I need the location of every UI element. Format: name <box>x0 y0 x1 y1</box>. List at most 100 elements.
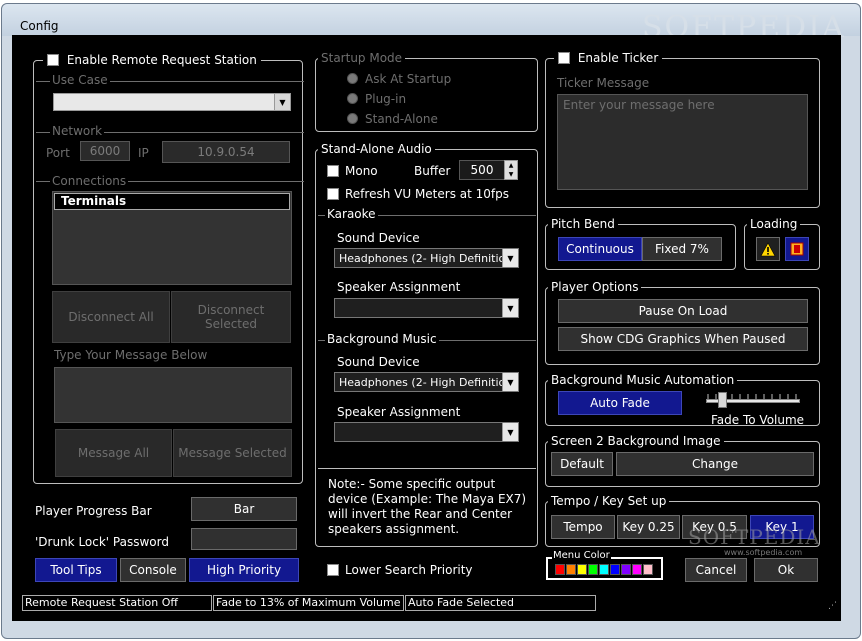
color-swatch[interactable] <box>643 564 653 575</box>
high-priority-button[interactable]: High Priority <box>189 558 299 582</box>
pause-on-load-button[interactable]: Pause On Load <box>558 299 808 323</box>
color-swatch[interactable] <box>577 564 587 575</box>
disconnect-selected-button[interactable]: Disconnect Selected <box>171 291 291 343</box>
pitch-bend-label: Pitch Bend <box>548 217 618 231</box>
color-swatch[interactable] <box>621 564 631 575</box>
karaoke-sound-device-value: Headphones (2- High Definition Au <box>339 251 519 265</box>
terminals-list[interactable]: Terminals <box>52 191 292 285</box>
network-label: Network <box>50 124 105 138</box>
karaoke-sound-device-select[interactable]: Headphones (2- High Definition Au ▼ <box>334 248 519 268</box>
ticker-enable-checkbox[interactable] <box>558 52 570 64</box>
status-bar: Remote Request Station Off Fade to 13% o… <box>12 591 841 621</box>
color-swatch[interactable] <box>555 564 565 575</box>
chevron-down-icon: ▼ <box>502 249 518 267</box>
karaoke-speaker-select[interactable]: ▼ <box>334 298 519 318</box>
buffer-label: Buffer <box>414 164 451 178</box>
port-label: Port <box>46 146 70 160</box>
connections-label: Connections <box>50 174 129 188</box>
bg-speaker-label: Speaker Assignment <box>337 405 461 419</box>
speaker-note: Note:- Some specific output device (Exam… <box>328 477 527 536</box>
key-025-button[interactable]: Key 0.25 <box>617 515 680 539</box>
buffer-spinner[interactable]: ▲ ▼ <box>504 160 518 180</box>
startup-plugin-radio[interactable] <box>347 93 358 104</box>
buffer-input[interactable]: 500 <box>459 160 505 180</box>
fade-volume-thumb[interactable] <box>717 392 727 408</box>
film-icon[interactable] <box>785 237 809 261</box>
default-image-button[interactable]: Default <box>551 452 613 476</box>
config-client-area: Enable Remote Request Station Use Case ▼… <box>12 35 841 615</box>
startup-standalone-radio[interactable] <box>347 113 358 124</box>
window-title: Config <box>20 19 59 33</box>
ip-input[interactable]: 10.9.0.54 <box>162 141 290 163</box>
status-remote: Remote Request Station Off <box>22 595 212 611</box>
color-swatch[interactable] <box>599 564 609 575</box>
watermark-bottom: SOFTPEDIA <box>688 525 821 549</box>
auto-fade-button[interactable]: Auto Fade <box>558 391 682 415</box>
bg-music-label: Background Music <box>325 332 439 346</box>
menu-color-swatches <box>555 564 654 575</box>
refresh-vu-label: Refresh VU Meters at 10fps <box>345 187 509 201</box>
bg-speaker-select[interactable]: ▼ <box>334 422 519 442</box>
remote-enable-row[interactable]: Enable Remote Request Station <box>43 52 261 68</box>
ticker-message-input[interactable]: Enter your message here <box>557 94 808 190</box>
bg-sound-device-select[interactable]: Headphones (2- High Definition Au ▼ <box>334 372 519 392</box>
continuous-button[interactable]: Continuous <box>558 237 642 261</box>
tempo-button[interactable]: Tempo <box>551 515 615 539</box>
progress-bar-button[interactable]: Bar <box>191 497 297 521</box>
lower-search-checkbox[interactable] <box>327 564 339 576</box>
bg-sound-device-label: Sound Device <box>337 355 420 369</box>
menu-color-label: Menu Color <box>552 550 611 561</box>
startup-standalone-label: Stand-Alone <box>365 112 438 126</box>
tempo-key-label: Tempo / Key Set up <box>548 494 670 508</box>
status-auto-fade: Auto Fade Selected <box>405 595 596 611</box>
lower-search-label: Lower Search Priority <box>345 563 473 577</box>
message-selected-button[interactable]: Message Selected <box>173 429 292 477</box>
tool-tips-button[interactable]: Tool Tips <box>35 558 117 582</box>
status-fade: Fade to 13% of Maximum Volume <box>213 595 404 611</box>
screen2-label: Screen 2 Background Image <box>548 434 724 448</box>
player-options-label: Player Options <box>548 280 642 294</box>
mono-checkbox[interactable] <box>327 165 339 177</box>
show-cdg-button[interactable]: Show CDG Graphics When Paused <box>558 327 808 351</box>
watermark-url: www.softpedia.com <box>724 548 803 557</box>
terminals-header[interactable]: Terminals <box>54 193 290 210</box>
refresh-vu-checkbox[interactable] <box>327 188 339 200</box>
drunk-lock-label: 'Drunk Lock' Password <box>35 535 169 549</box>
ticker-message-label: Ticker Message <box>557 76 650 90</box>
fade-to-volume-label: Fade To Volume <box>711 413 805 427</box>
ticker-enable-label: Enable Ticker <box>577 51 659 65</box>
chevron-down-icon: ▼ <box>502 423 518 441</box>
title-bar[interactable]: Config SOFTPEDIA <box>2 4 860 45</box>
ip-label: IP <box>138 146 149 160</box>
change-image-button[interactable]: Change <box>616 452 814 476</box>
resize-grip-icon[interactable]: ⋰ <box>828 601 837 611</box>
fixed-7-button[interactable]: Fixed 7% <box>642 237 722 261</box>
warning-icon[interactable] <box>756 237 780 261</box>
use-case-label: Use Case <box>50 73 110 87</box>
karaoke-label: Karaoke <box>325 207 378 221</box>
startup-plugin-label: Plug-in <box>365 92 407 106</box>
startup-mode-label: Startup Mode <box>318 51 406 65</box>
port-input[interactable]: 6000 <box>80 141 130 161</box>
startup-ask-label: Ask At Startup <box>365 72 452 86</box>
color-swatch[interactable] <box>610 564 620 575</box>
message-all-button[interactable]: Message All <box>55 429 172 477</box>
startup-ask-radio[interactable] <box>347 73 358 84</box>
chevron-down-icon: ▼ <box>502 373 518 391</box>
remote-enable-label: Enable Remote Request Station <box>66 53 257 67</box>
bg-sound-device-value: Headphones (2- High Definition Au <box>339 375 519 389</box>
karaoke-speaker-label: Speaker Assignment <box>337 280 461 294</box>
disconnect-all-button[interactable]: Disconnect All <box>52 291 170 343</box>
cancel-button[interactable]: Cancel <box>685 558 747 582</box>
color-swatch[interactable] <box>632 564 642 575</box>
ticker-enable-row[interactable]: Enable Ticker <box>554 50 663 66</box>
color-swatch[interactable] <box>588 564 598 575</box>
console-button[interactable]: Console <box>120 558 186 582</box>
color-swatch[interactable] <box>566 564 576 575</box>
chevron-down-icon: ▼ <box>502 299 518 317</box>
use-case-select[interactable]: ▼ <box>53 93 291 111</box>
ok-button[interactable]: Ok <box>754 558 818 582</box>
drunk-lock-password[interactable] <box>191 528 297 550</box>
remote-enable-checkbox[interactable] <box>47 54 59 66</box>
message-textarea[interactable] <box>54 367 292 423</box>
